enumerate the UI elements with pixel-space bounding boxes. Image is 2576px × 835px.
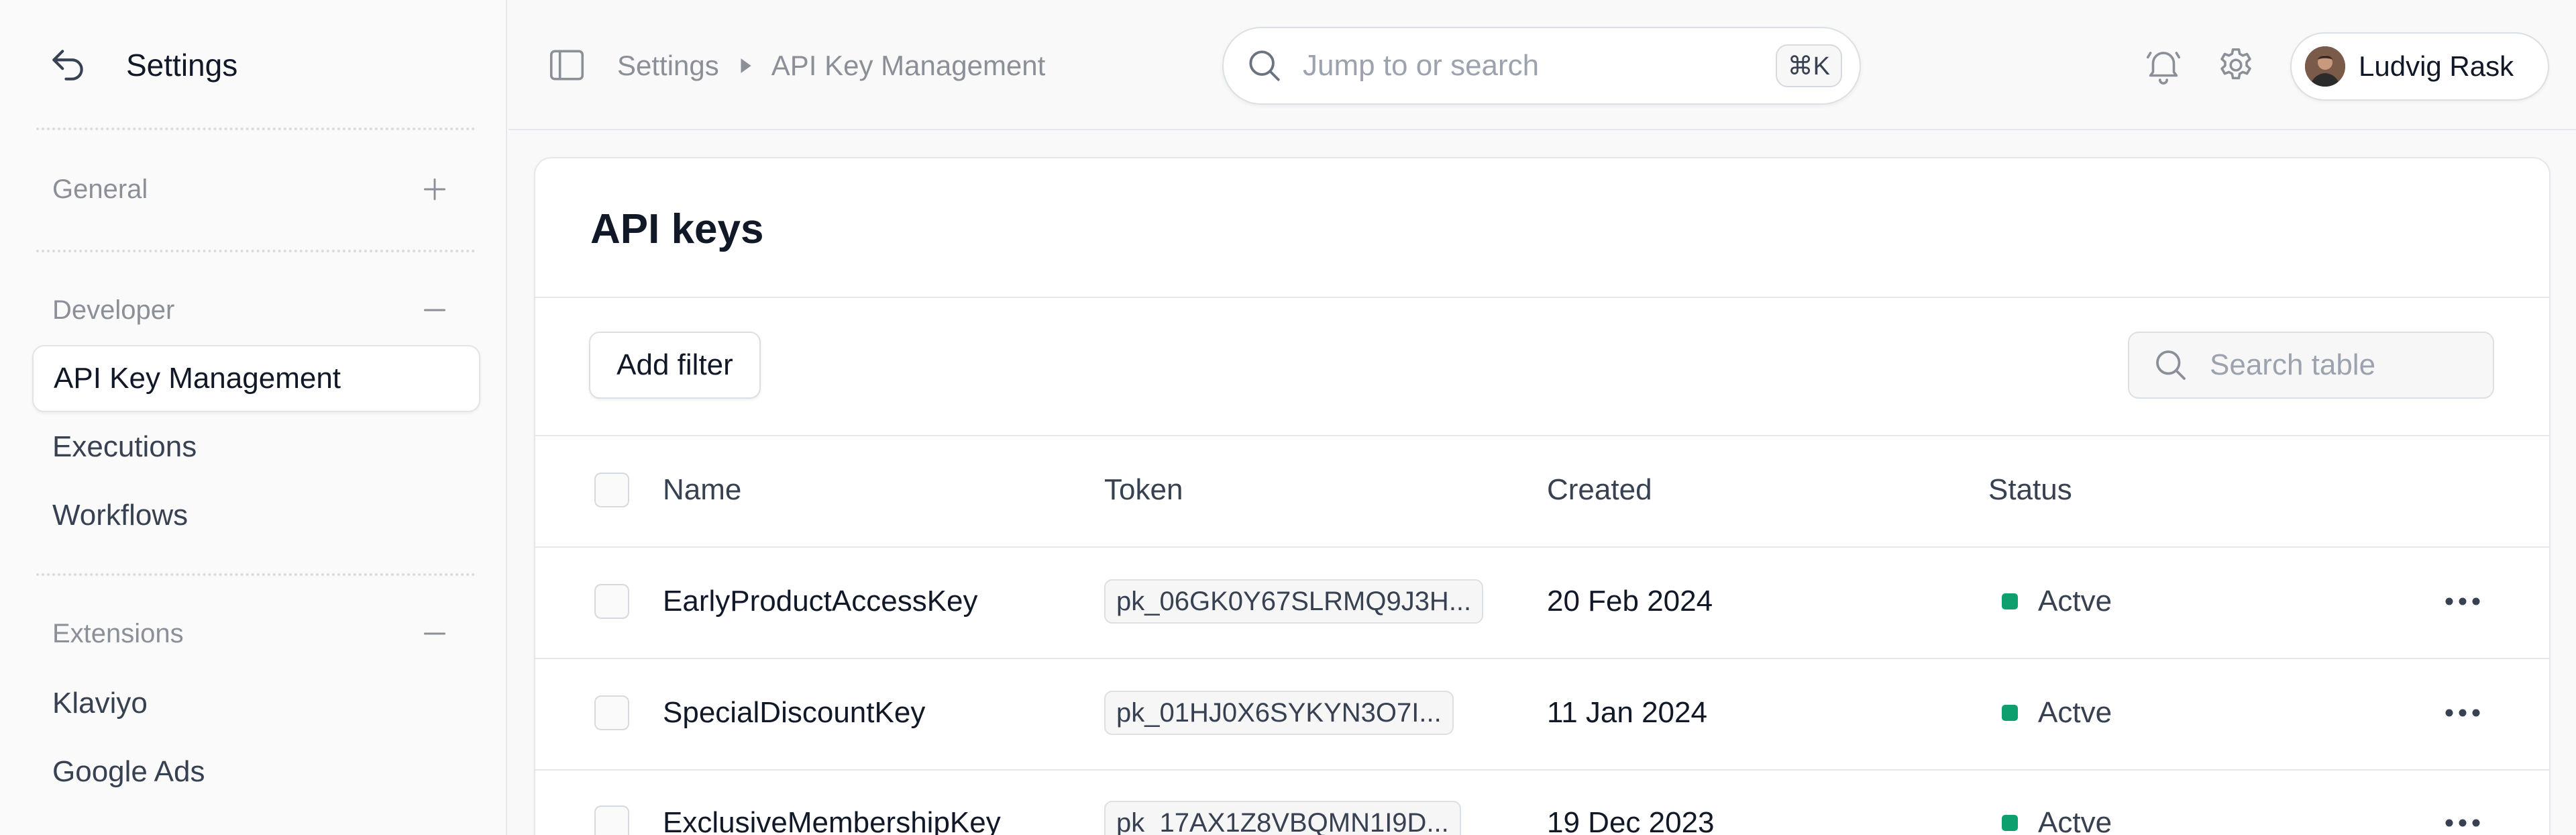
breadcrumb-item-current: API Key Management xyxy=(771,50,1046,81)
column-header-status[interactable]: Status xyxy=(1988,470,2072,510)
sidebar-header: Settings xyxy=(47,42,237,89)
sidebar-item-executions[interactable]: Executions xyxy=(52,427,197,467)
more-horizontal-icon[interactable] xyxy=(2439,581,2486,622)
sidebar-item-label: Workflows xyxy=(52,499,189,532)
row-divider xyxy=(535,546,2549,548)
add-filter-button[interactable]: Add filter xyxy=(589,332,761,399)
topbar: Settings API Key Management Jump to or s… xyxy=(508,0,2576,130)
status-badge: Actve xyxy=(2002,803,2112,835)
status-dot xyxy=(2002,593,2018,609)
sidebar-divider xyxy=(36,128,475,130)
table-search[interactable]: Search table xyxy=(2128,332,2494,399)
row-divider xyxy=(535,658,2549,659)
avatar xyxy=(2305,46,2345,87)
back-arrow-icon[interactable] xyxy=(47,44,89,86)
select-all-checkbox[interactable] xyxy=(594,473,629,507)
section-general[interactable]: General xyxy=(52,169,455,209)
page-title: API keys xyxy=(590,206,764,252)
sidebar-toggle-icon[interactable] xyxy=(546,44,588,86)
minus-icon[interactable] xyxy=(415,613,455,654)
row-checkbox[interactable] xyxy=(594,584,629,619)
plus-icon[interactable] xyxy=(415,169,455,209)
breadcrumb-item-settings[interactable]: Settings xyxy=(617,50,719,82)
status-badge: Actve xyxy=(2002,693,2112,733)
more-horizontal-icon[interactable] xyxy=(2439,803,2486,835)
sidebar-item-google-ads[interactable]: Google Ads xyxy=(52,752,205,792)
row-created: 11 Jan 2024 xyxy=(1547,696,1707,729)
sidebar: Settings General Developer API Key Manag… xyxy=(0,0,507,835)
user-name: Ludvig Rask xyxy=(2359,50,2514,82)
gear-icon[interactable] xyxy=(2214,43,2258,87)
status-label: Actve xyxy=(2038,696,2112,729)
row-token[interactable]: pk_01HJ0X6SYKYN3O7I... xyxy=(1104,691,1454,735)
bell-icon[interactable] xyxy=(2141,43,2186,87)
sidebar-item-label: Executions xyxy=(52,430,197,463)
row-token[interactable]: pk_17AX1Z8VBQMN1I9D... xyxy=(1104,801,1461,835)
search-icon xyxy=(1244,45,1285,87)
column-header-name[interactable]: Name xyxy=(663,470,741,510)
row-divider xyxy=(535,769,2549,771)
row-name: SpecialDiscountKey xyxy=(663,696,926,729)
row-token[interactable]: pk_06GK0Y67SLRMQ9J3H... xyxy=(1104,579,1484,624)
card-divider xyxy=(535,435,2549,436)
status-dot xyxy=(2002,705,2018,721)
section-label: General xyxy=(52,174,148,204)
section-extensions[interactable]: Extensions xyxy=(52,613,455,654)
api-keys-card: API keys Add filter Search table Name To… xyxy=(534,157,2551,835)
search-shortcut-badge: ⌘K xyxy=(1775,44,1842,87)
sidebar-item-api-key-management[interactable]: API Key Management xyxy=(32,345,480,412)
chevron-right-icon xyxy=(738,57,753,75)
status-badge: Actve xyxy=(2002,581,2112,622)
sidebar-item-workflows[interactable]: Workflows xyxy=(52,495,188,536)
breadcrumb: Settings API Key Management xyxy=(617,47,1045,85)
sidebar-item-label: API Key Management xyxy=(54,362,341,395)
status-label: Actve xyxy=(2038,806,2112,835)
global-search[interactable]: Jump to or search ⌘K xyxy=(1222,27,1861,105)
row-name: ExclusiveMembershipKey xyxy=(663,806,1001,835)
row-checkbox[interactable] xyxy=(594,695,629,730)
column-header-created[interactable]: Created xyxy=(1547,470,1652,510)
status-dot xyxy=(2002,815,2018,831)
status-label: Actve xyxy=(2038,585,2112,618)
sidebar-divider xyxy=(36,573,475,576)
user-menu[interactable]: Ludvig Rask xyxy=(2290,32,2549,101)
search-input[interactable]: Jump to or search xyxy=(1303,49,1776,83)
sidebar-item-label: Klaviyo xyxy=(52,687,148,720)
card-divider xyxy=(535,297,2549,298)
row-checkbox[interactable] xyxy=(594,805,629,835)
column-header-token[interactable]: Token xyxy=(1104,470,1183,510)
more-horizontal-icon[interactable] xyxy=(2439,693,2486,733)
search-icon xyxy=(2151,345,2191,385)
section-developer[interactable]: Developer xyxy=(52,290,455,330)
row-created: 19 Dec 2023 xyxy=(1547,806,1715,835)
sidebar-item-klaviyo[interactable]: Klaviyo xyxy=(52,683,148,724)
sidebar-item-label: Google Ads xyxy=(52,755,205,788)
minus-icon[interactable] xyxy=(415,290,455,330)
table-search-input[interactable]: Search table xyxy=(2210,348,2375,382)
sidebar-title: Settings xyxy=(126,48,238,83)
row-name: EarlyProductAccessKey xyxy=(663,585,978,618)
section-label: Extensions xyxy=(52,618,184,648)
sidebar-divider xyxy=(36,250,475,252)
section-label: Developer xyxy=(52,295,175,325)
row-created: 20 Feb 2024 xyxy=(1547,585,1713,618)
